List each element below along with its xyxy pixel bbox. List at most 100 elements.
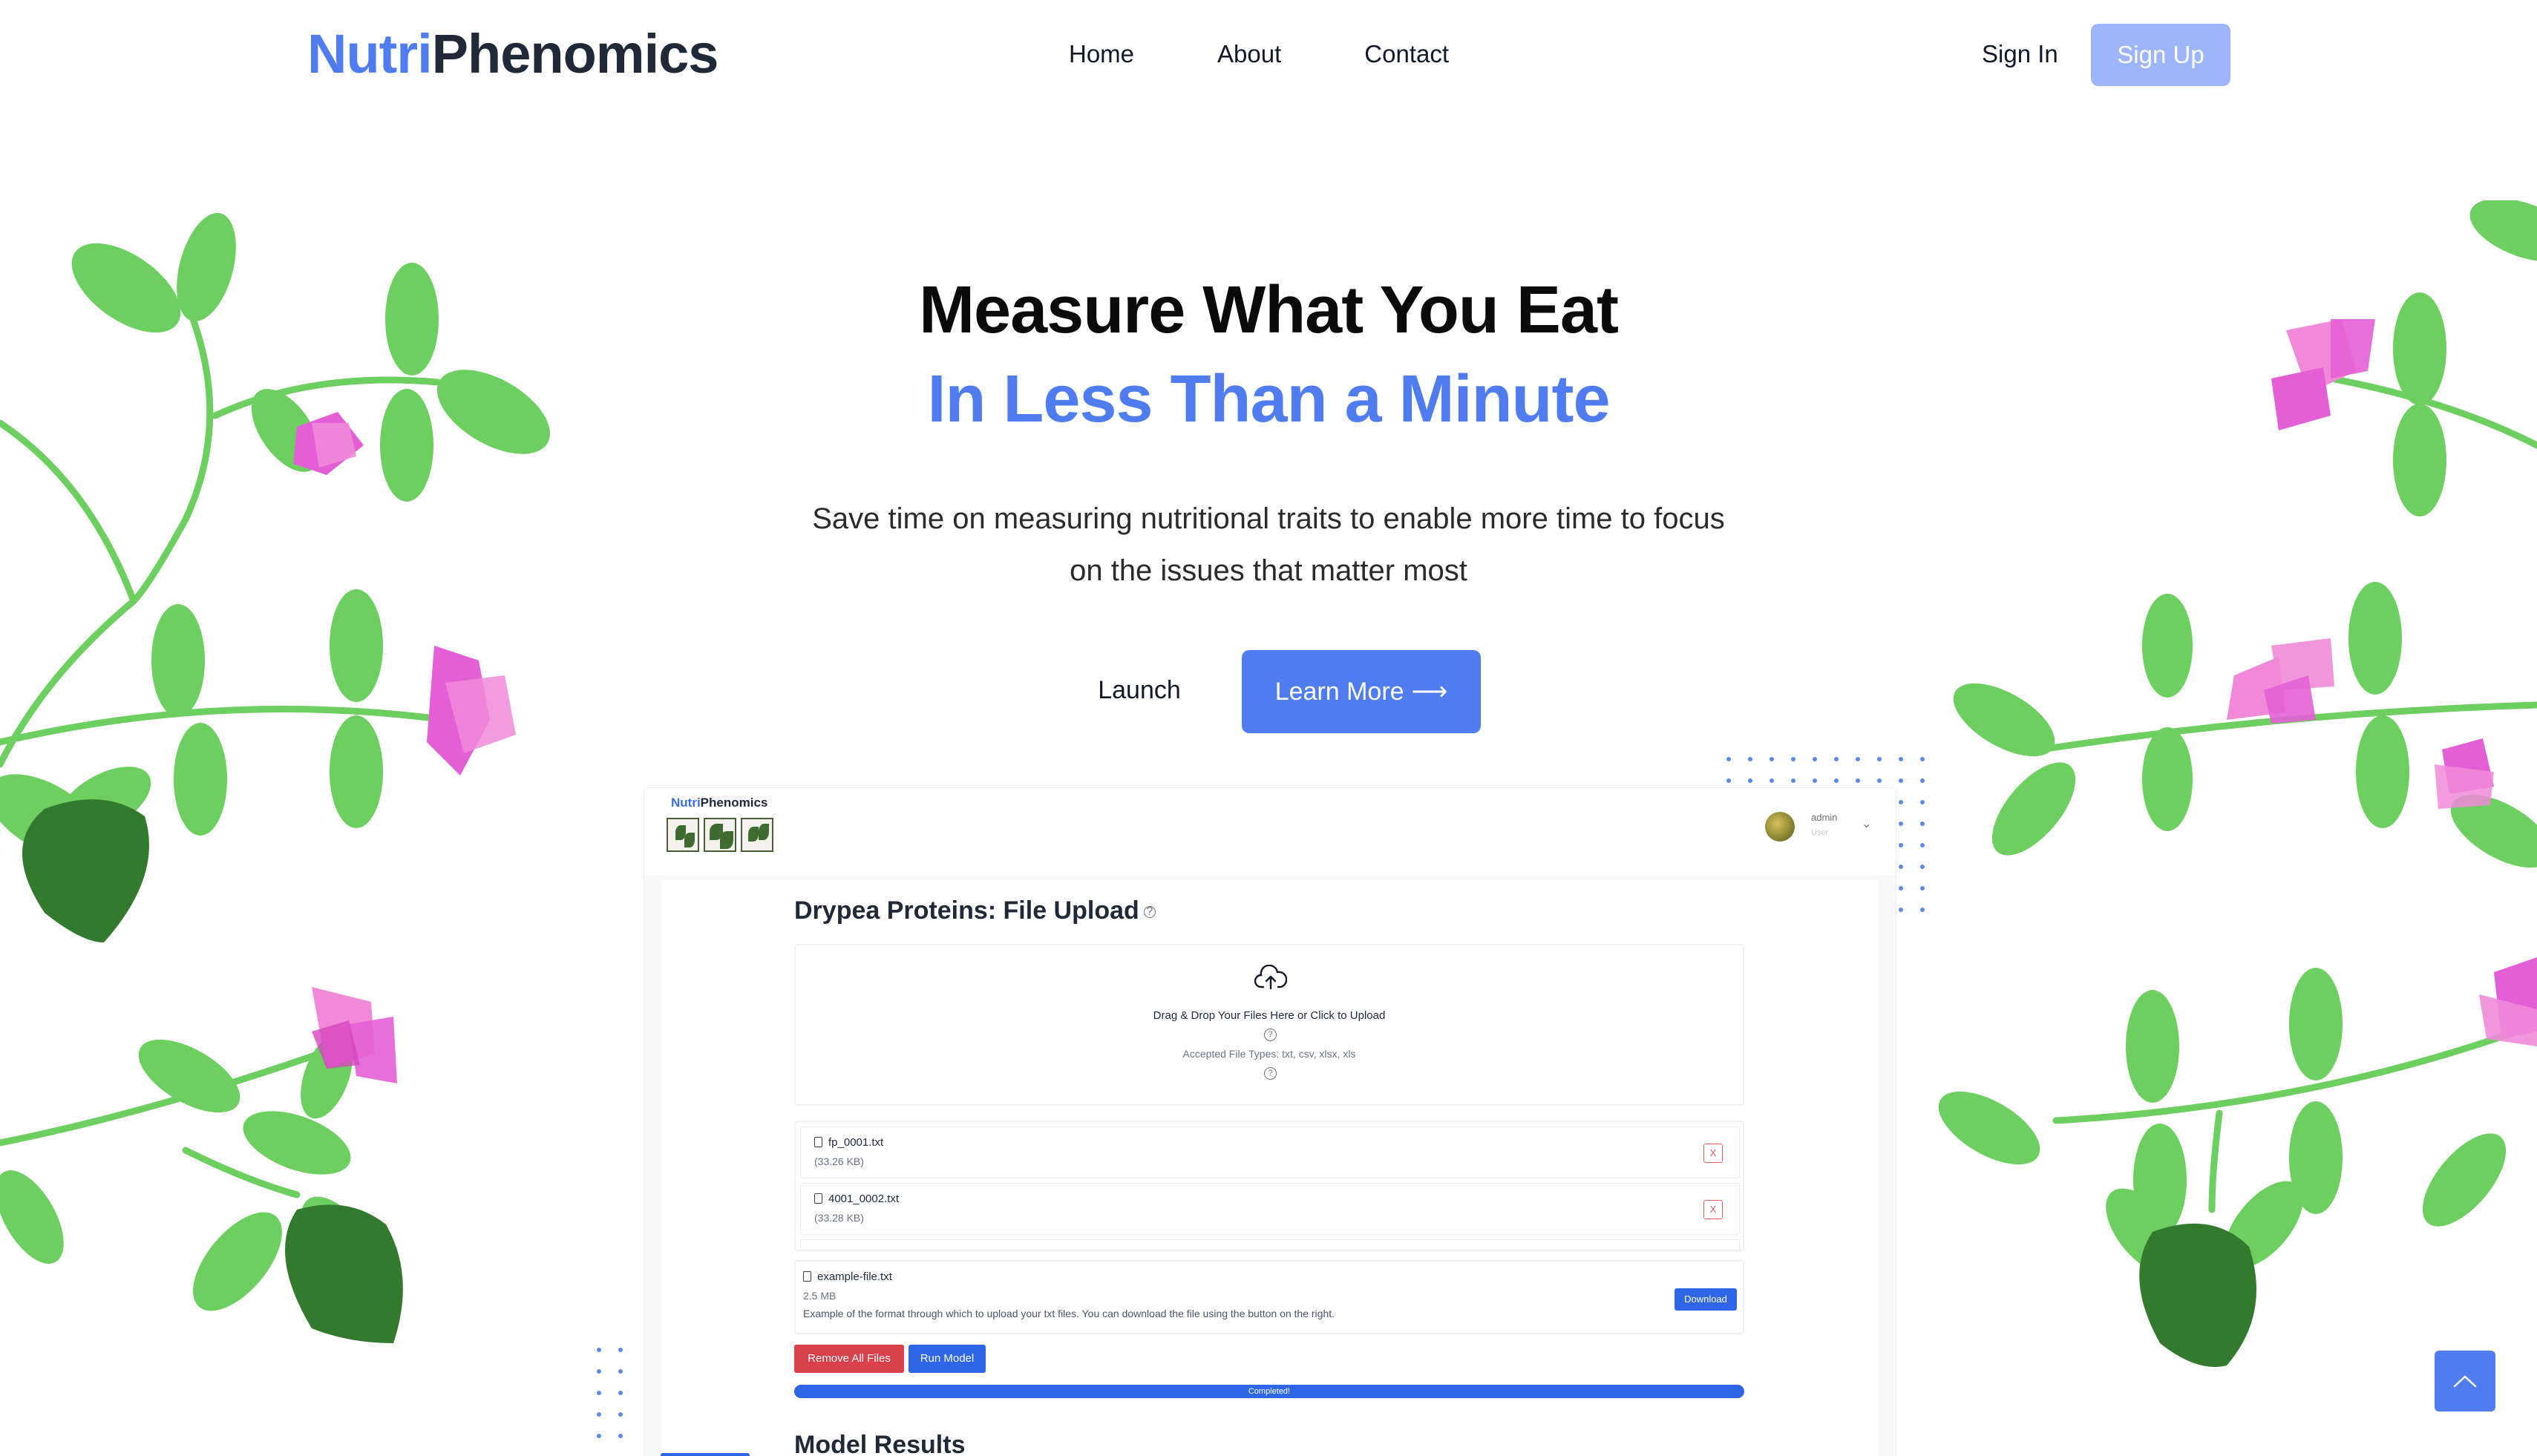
app-preview-logo: NutriPhenomics — [671, 796, 767, 810]
dot — [1748, 757, 1752, 761]
download-button[interactable]: Download — [1675, 1288, 1737, 1311]
file-icon — [814, 1137, 822, 1147]
example-file-card: example-file.txt 2.5 MB Example of the f… — [794, 1260, 1744, 1334]
user-info[interactable]: admin User — [1811, 810, 1837, 840]
dot — [597, 1412, 601, 1417]
dot — [597, 1391, 601, 1395]
dot — [1726, 757, 1731, 761]
example-file-size: 2.5 MB — [803, 1290, 837, 1302]
dot — [1877, 757, 1882, 761]
navbar: NutriPhenomics Home About Contact Sign I… — [0, 0, 2537, 111]
dot — [1920, 757, 1925, 761]
scroll-to-top-button[interactable] — [2435, 1351, 2495, 1411]
brand-logo-part1: Nutri — [307, 23, 433, 85]
chevron-down-icon[interactable]: ⌄ — [1862, 816, 1871, 831]
brand-logo[interactable]: NutriPhenomics — [307, 22, 718, 86]
dot — [1877, 778, 1882, 783]
dot — [1920, 843, 1925, 847]
chevron-up-icon — [2453, 1375, 2477, 1388]
upload-panel: Drypea Proteins: File Upload? Drag & Dro… — [661, 880, 1878, 1456]
dot — [1920, 778, 1925, 783]
hero-title-line1: Measure What You Eat — [919, 273, 1619, 347]
dot — [618, 1348, 623, 1352]
sign-up-button[interactable]: Sign Up — [2091, 24, 2230, 86]
list-item: fp_0001.txt (33.26 KB) X — [800, 1127, 1740, 1178]
cloud-upload-icon — [1254, 965, 1287, 990]
dot — [618, 1412, 623, 1417]
dot — [1834, 778, 1839, 783]
app-preview-logo-part2: Phenomics — [700, 796, 768, 810]
plant-thumbnail-image — [667, 818, 699, 852]
hero-subtitle: Save time on measuring nutritional trait… — [812, 502, 1725, 587]
uploaded-file-list[interactable]: fp_0001.txt (33.26 KB) X 4001_0002.txt (… — [794, 1121, 1744, 1251]
dropzone-instruction: Drag & Drop Your Files Here or Click to … — [1153, 1009, 1386, 1022]
dot — [1813, 778, 1817, 783]
dot — [597, 1369, 601, 1374]
dot — [1899, 778, 1903, 783]
app-preview-logo-part1: Nutri — [671, 796, 701, 810]
nav-link-home[interactable]: Home — [1069, 37, 1134, 71]
dot — [1899, 865, 1903, 869]
example-file-row: example-file.txt — [803, 1270, 892, 1283]
help-icon[interactable]: ? — [1264, 1067, 1277, 1080]
dot — [597, 1348, 601, 1352]
launch-link[interactable]: Launch — [1061, 653, 1217, 727]
remove-file-button[interactable]: X — [1703, 1144, 1723, 1163]
hero-title-line2: In Less Than a Minute — [927, 362, 1610, 436]
file-size: (33.26 KB) — [814, 1155, 864, 1167]
accepted-file-types: Accepted File Types: txt, csv, xlsx, xls — [1182, 1048, 1356, 1060]
nav-link-contact[interactable]: Contact — [1364, 37, 1449, 71]
file-name: 4001_0002.txt — [828, 1193, 900, 1205]
help-icon[interactable]: ? — [1143, 906, 1156, 919]
dot — [1791, 778, 1795, 783]
learn-more-label: Learn More — [1274, 677, 1404, 706]
dot — [1770, 757, 1774, 761]
dot — [1856, 757, 1860, 761]
brand-logo-part2: Phenomics — [431, 23, 719, 85]
dot — [1920, 886, 1925, 891]
dot — [618, 1369, 623, 1374]
file-icon — [814, 1193, 822, 1204]
remove-file-button[interactable]: X — [1703, 1200, 1723, 1219]
dot — [1834, 757, 1839, 761]
remove-all-files-button[interactable]: Remove All Files — [794, 1345, 904, 1373]
dot — [1856, 778, 1860, 783]
dot — [1899, 908, 1903, 912]
user-avatar[interactable] — [1765, 812, 1795, 842]
app-preview: NutriPhenomics admin User ⌄ Drypea Prote… — [644, 788, 1896, 1456]
file-dropzone[interactable]: Drag & Drop Your Files Here or Click to … — [794, 944, 1744, 1106]
dot — [597, 1434, 601, 1438]
dot — [1813, 757, 1817, 761]
dot — [1791, 757, 1795, 761]
list-item: 4001_0002.txt (33.28 KB) X — [800, 1183, 1740, 1235]
dot — [1899, 822, 1903, 826]
dot — [1920, 822, 1925, 826]
dot — [1899, 800, 1903, 804]
example-file-description: Example of the format through which to u… — [803, 1308, 1335, 1319]
nav-link-about[interactable]: About — [1217, 37, 1281, 71]
help-icon[interactable]: ? — [1264, 1029, 1277, 1041]
model-results-heading: Model Results — [794, 1431, 966, 1456]
upload-page-title: Drypea Proteins: File Upload? — [794, 895, 1156, 926]
sidebar-accent — [661, 1453, 750, 1456]
dot — [1920, 908, 1925, 912]
file-name-row: 4001_0002.txt — [814, 1193, 899, 1205]
dot — [618, 1434, 623, 1438]
learn-more-button[interactable]: Learn More ⟶ — [1242, 650, 1481, 733]
progress-bar: Completed! — [794, 1385, 1744, 1398]
app-preview-header: NutriPhenomics admin User ⌄ — [644, 788, 1896, 876]
list-item — [800, 1239, 1740, 1250]
dot — [1770, 778, 1774, 783]
upload-page-title-text: Drypea Proteins: File Upload — [794, 896, 1139, 925]
file-name-row: fp_0001.txt — [814, 1136, 883, 1149]
main-nav: Home About Contact — [1069, 37, 1449, 71]
dot — [1899, 886, 1903, 891]
dot — [1899, 843, 1903, 847]
run-model-button[interactable]: Run Model — [909, 1345, 986, 1373]
dot — [1899, 757, 1903, 761]
plant-thumbnail-image — [704, 818, 736, 852]
dot — [618, 1391, 623, 1395]
plant-thumbnails — [667, 818, 773, 852]
plant-thumbnail-image — [741, 818, 773, 852]
sign-in-link[interactable]: Sign In — [1982, 37, 2058, 71]
